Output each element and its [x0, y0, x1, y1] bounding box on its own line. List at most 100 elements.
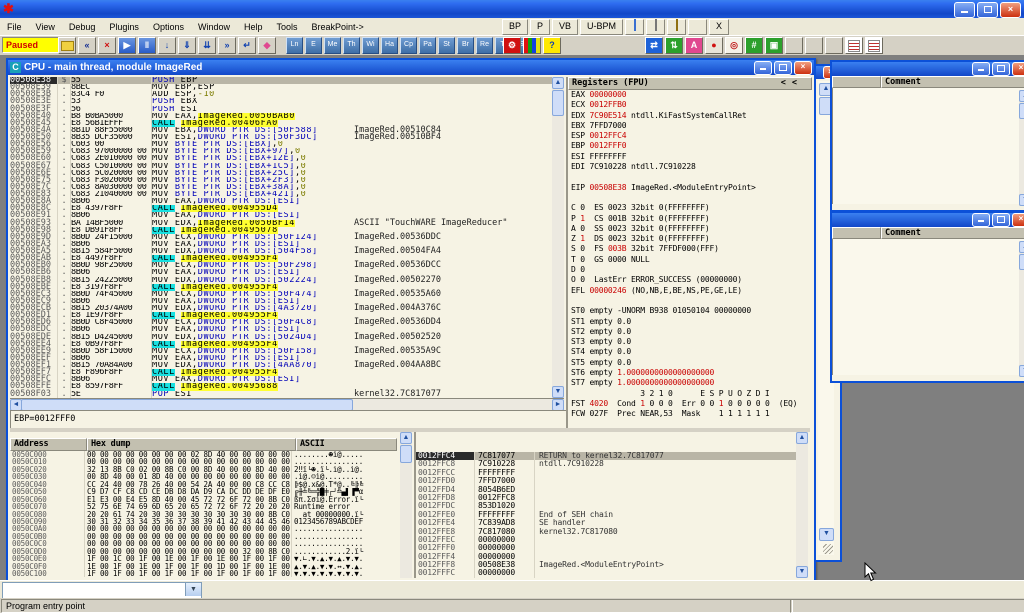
- register-line[interactable]: ECX 0012FFB0: [568, 100, 812, 110]
- pane-corner-button[interactable]: <: [781, 78, 786, 89]
- register-line[interactable]: C 0 ES 0023 32bit 0(FFFFFFFF): [568, 203, 812, 213]
- scroll-up-icon[interactable]: ▲: [796, 432, 808, 444]
- plugin-button-vb[interactable]: VB: [552, 19, 578, 35]
- window-button-th[interactable]: Th: [343, 37, 360, 54]
- register-line[interactable]: A 0 SS 0023 32bit 0(FFFFFFFF): [568, 224, 812, 234]
- info-pane[interactable]: EBP=0012FFF0: [10, 410, 569, 430]
- window-button-st[interactable]: St: [438, 37, 455, 54]
- scroll-down-icon[interactable]: ▼: [1019, 194, 1024, 206]
- menu-item-options[interactable]: Options: [146, 22, 191, 32]
- scroll-thumb[interactable]: [552, 90, 564, 116]
- comment-column-header[interactable]: Comment: [881, 76, 1024, 88]
- restart-button[interactable]: «: [78, 37, 96, 54]
- record-button[interactable]: ●: [705, 37, 723, 54]
- register-line[interactable]: ST0 empty -UNORM B938 01050104 00000000: [568, 306, 812, 316]
- register-line[interactable]: EDI 7C910228 ntdll.7C910228: [568, 162, 812, 172]
- disasm-row[interactable]: 00508E83.C683 21040000 00MOV BYTE PTR DS…: [10, 191, 552, 198]
- scroll-up-icon[interactable]: ▲: [1019, 241, 1024, 253]
- max-button[interactable]: [992, 62, 1010, 76]
- menu-item-window[interactable]: Window: [191, 22, 237, 32]
- comment-window-top[interactable]: × Comment ▲ ▼: [830, 60, 1024, 212]
- disasm-row[interactable]: 00508E67.C683 C5010000 00MOV BYTE PTR DS…: [10, 163, 552, 170]
- disasm-row[interactable]: 00508EB8.8B15 24225000MOV EDX,DWORD PTR …: [10, 277, 552, 284]
- disasm-row[interactable]: 00508EF7.E8 F896F8FFCALL ImageRed.004955…: [10, 369, 552, 376]
- scroll-down-icon[interactable]: ▼: [552, 386, 564, 398]
- window-button-cp[interactable]: Cp: [400, 37, 417, 54]
- register-line[interactable]: O 0 LastErr ERROR_SUCCESS (00000000): [568, 275, 812, 285]
- disasm-row[interactable]: 00508EC3.8B0D 74F45000MOV ECX,DWORD PTR …: [10, 291, 552, 298]
- disasm-row[interactable]: 00508E7C.C683 8A030000 00MOV BYTE PTR DS…: [10, 184, 552, 191]
- step-over-button[interactable]: ⇓: [178, 37, 196, 54]
- first-column-header[interactable]: [832, 227, 881, 239]
- disassembly-pane[interactable]: 00508E38$55PUSH EBP00508E39.8BECMOV EBP,…: [10, 77, 552, 398]
- scroll-up-icon[interactable]: ▲: [552, 77, 564, 89]
- disasm-row[interactable]: 00508E75.C683 F3020000 00MOV BYTE PTR DS…: [10, 177, 552, 184]
- disasm-row[interactable]: 00508EAB.E8 4497F8FFCALL ImageRed.004955…: [10, 255, 552, 262]
- disasm-row[interactable]: 00508E4A.8B1D 88F55000MOV EBX,DWORD PTR …: [10, 127, 552, 134]
- command-combobox[interactable]: ▼: [2, 582, 202, 599]
- menu-item-breakpoint[interactable]: BreakPoint->: [305, 22, 371, 32]
- disasm-row[interactable]: 00508EFE.E8 8597F8FFCALL ImageRed.004956…: [10, 383, 552, 390]
- minimize-button[interactable]: [954, 2, 975, 18]
- cpu-title-bar[interactable]: C CPU - main thread, module ImageRed ×: [8, 60, 814, 75]
- close-button[interactable]: ×: [1000, 2, 1021, 18]
- register-line[interactable]: 3 2 1 0 E S P U O Z D I: [568, 389, 812, 399]
- scroll-down-icon[interactable]: ▼: [819, 528, 834, 541]
- scroll-up-icon[interactable]: ▲: [1019, 90, 1024, 102]
- register-line[interactable]: EFL 00000246 (NO,NB,E,BE,NS,PE,GE,LE): [568, 286, 812, 296]
- disasm-row[interactable]: 00508EC9.8B06MOV EAX,DWORD PTR DS:[ESI]: [10, 298, 552, 305]
- comment-window-scrollbar[interactable]: ▲ ▼: [1019, 90, 1024, 206]
- disasm-row[interactable]: 00508EBE.E8 3197F8FFCALL ImageRed.004955…: [10, 284, 552, 291]
- close-program-button[interactable]: ×: [98, 37, 116, 54]
- open-file-button[interactable]: [58, 37, 76, 54]
- disasm-row[interactable]: 00508E98.E8 DB91F8FFCALL ImageRed.004950…: [10, 227, 552, 234]
- stack-pane[interactable]: 0012FFC47C817077RETURN to kernel32.7C817…: [414, 432, 798, 578]
- register-line[interactable]: ESP 0012FFC4: [568, 131, 812, 141]
- stack-row[interactable]: 0012FFF800508E38ImageRed.<ModuleEntryPoi…: [416, 561, 798, 569]
- stack-row[interactable]: 0012FFFC00000000: [416, 569, 798, 577]
- disasm-row[interactable]: 00508F03.5EPOP ESIkernel32.7C817077: [10, 391, 552, 398]
- disasm-row[interactable]: 00508EDE.8B15 D4245000MOV EDX,DWORD PTR …: [10, 334, 552, 341]
- blank-button-2[interactable]: [805, 37, 823, 54]
- window-button-pa[interactable]: Pa: [419, 37, 436, 54]
- options-button[interactable]: ⚙: [503, 37, 521, 54]
- cpu-restore-button[interactable]: [774, 61, 792, 75]
- disasm-row[interactable]: 00508E9D.8B0D 24F15000MOV ECX,DWORD PTR …: [10, 234, 552, 241]
- memory-dump-pane[interactable]: Address Hex dump ASCII 0050C00000 00 00 …: [10, 432, 400, 578]
- window-button-e[interactable]: E: [305, 37, 322, 54]
- scroll-thumb[interactable]: [1019, 103, 1024, 119]
- register-line[interactable]: Z 1 DS 0023 32bit 0(FFFFFFFF): [568, 234, 812, 244]
- stack-row[interactable]: 0012FFD07FFD7000: [416, 477, 798, 485]
- spiral-button[interactable]: ◎: [725, 37, 743, 54]
- doc-icon[interactable]: [646, 19, 665, 35]
- disasm-row[interactable]: 00508ED1.E8 1E97F8FFCALL ImageRed.004955…: [10, 312, 552, 319]
- stack-row[interactable]: 0012FFC87C910228ntdll.7C910228: [416, 460, 798, 468]
- disasm-row[interactable]: 00508ECB.8B15 20374A00MOV EDX,DWORD PTR …: [10, 305, 552, 312]
- blank-button-3[interactable]: [825, 37, 843, 54]
- stack-row[interactable]: 0012FFE87C817080kernel32.7C817080: [416, 528, 798, 536]
- window-button-ha[interactable]: Ha: [381, 37, 398, 54]
- menu-item-help[interactable]: Help: [237, 22, 270, 32]
- stack-row[interactable]: 0012FFE0FFFFFFFFEnd of SEH chain: [416, 511, 798, 519]
- stack-row[interactable]: 0012FFF000000000: [416, 544, 798, 552]
- plugin-button-p[interactable]: P: [530, 19, 550, 35]
- register-line[interactable]: FST 4020 Cond 1 0 0 0 Err 0 0 1 0 0 0 0 …: [568, 399, 812, 409]
- register-line[interactable]: ST5 empty 0.0: [568, 358, 812, 368]
- register-line[interactable]: ST6 empty 1.0000000000000000000: [568, 368, 812, 378]
- cpu-window[interactable]: C CPU - main thread, module ImageRed × 0…: [6, 58, 816, 582]
- step-into-button[interactable]: ↓: [158, 37, 176, 54]
- disasm-row[interactable]: 00508E6E.C683 5C020000 00MOV BYTE PTR DS…: [10, 170, 552, 177]
- disasm-row[interactable]: 00508EE4.E8 0B97F8FFCALL ImageRed.004955…: [10, 341, 552, 348]
- panes-button-1[interactable]: [845, 37, 863, 54]
- disasm-row[interactable]: 00508E8A.8B06MOV EAX,DWORD PTR DS:[ESI]: [10, 198, 552, 205]
- dump-row[interactable]: 0050C1001F 00 1F 00 1F 00 1F 00 1F 00 1F…: [10, 570, 400, 577]
- close-button[interactable]: ×: [1012, 213, 1024, 227]
- stack-row[interactable]: 0012FFEC00000000: [416, 536, 798, 544]
- resize-grip[interactable]: [823, 544, 833, 554]
- help-button[interactable]: ?: [543, 37, 561, 54]
- window-button-br[interactable]: Br: [457, 37, 474, 54]
- comment-window-scrollbar[interactable]: ▲ ▼: [1019, 241, 1024, 377]
- window-button-wi[interactable]: Wi: [362, 37, 379, 54]
- stack-row[interactable]: 0012FFD80012FFC8: [416, 494, 798, 502]
- comment-column-header[interactable]: Comment: [881, 227, 1024, 239]
